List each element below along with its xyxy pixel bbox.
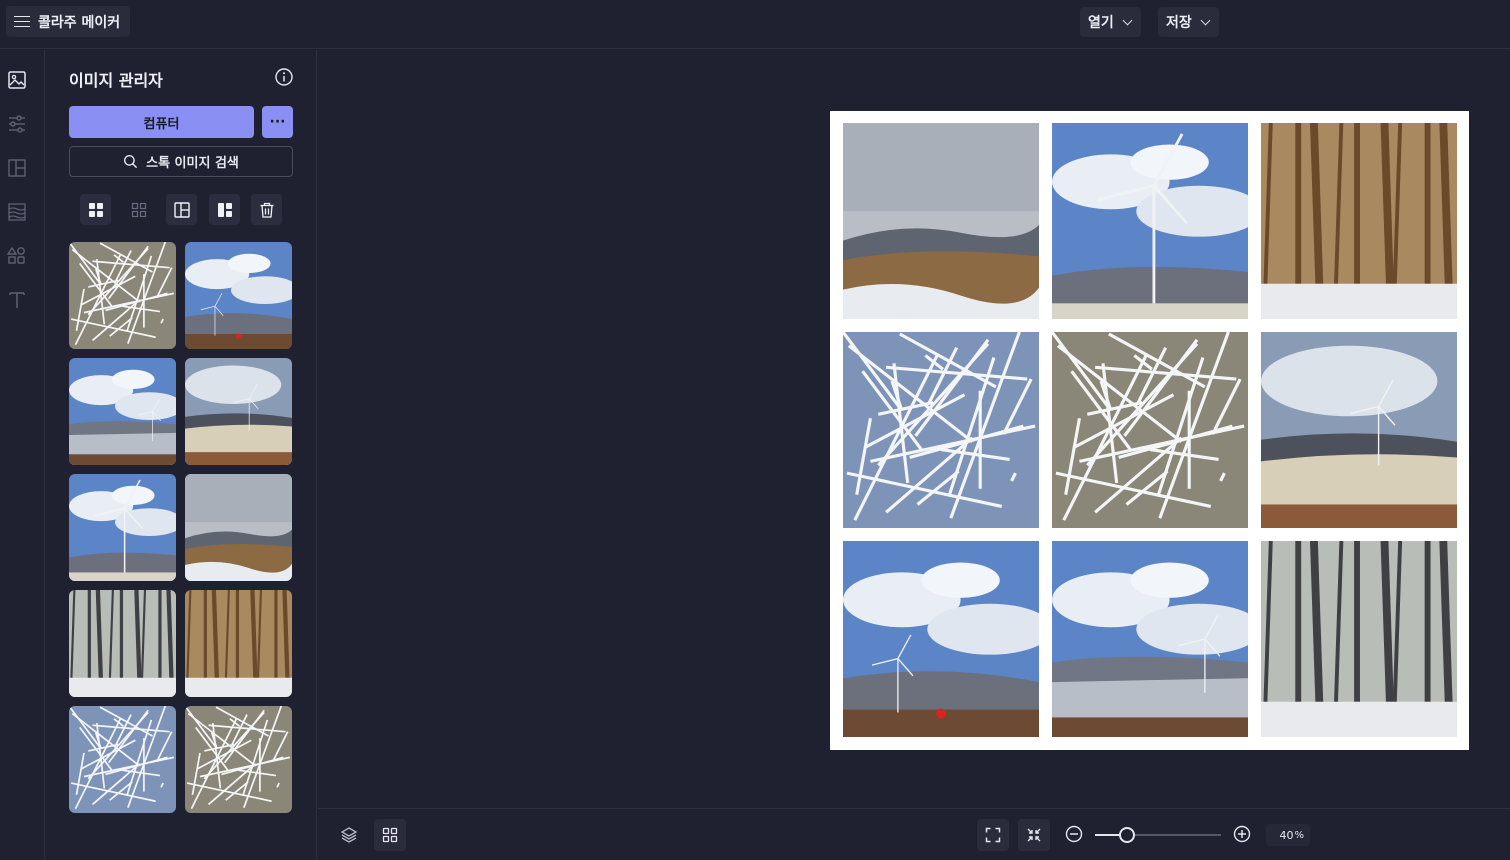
info-icon[interactable]: [275, 68, 293, 86]
collage-canvas[interactable]: [830, 111, 1469, 750]
thumbnail-misty-ridge-grass[interactable]: [185, 474, 292, 581]
collage-cell-larch-forest-snow[interactable]: [1261, 123, 1457, 319]
trash-icon: [260, 202, 273, 218]
zoom-slider[interactable]: [1095, 827, 1221, 843]
collage-cell-frost-branches[interactable]: [1052, 332, 1248, 528]
grid-icon: [382, 827, 398, 843]
thumbnail-tall-wind-turbine[interactable]: [69, 474, 176, 581]
more-options-button[interactable]: ···: [262, 106, 293, 138]
upload-from-computer-button[interactable]: 컴퓨터: [69, 106, 254, 138]
tool-rail: [0, 50, 45, 860]
fit-to-screen-button[interactable]: [977, 819, 1009, 851]
app-title: 콜라주 메이커: [38, 14, 121, 31]
canvas-area: [318, 50, 1510, 808]
thumbnail-snowy-ridge-turbine[interactable]: [69, 358, 176, 465]
text-icon[interactable]: [7, 290, 27, 310]
large-grid-icon: [88, 202, 103, 217]
collage-cell-misty-ridge-grass[interactable]: [843, 123, 1039, 319]
chevron-down-icon: [1200, 15, 1211, 25]
app-menu-button[interactable]: 콜라주 메이커: [6, 6, 131, 37]
thumbnail-frosted-trees-blue-sky[interactable]: [69, 706, 176, 813]
thumbnail-view-toolbar: [80, 194, 290, 226]
mosaic-layout-button[interactable]: [209, 194, 240, 225]
auto-layout-button[interactable]: [166, 194, 197, 225]
thumbnail-turbine-hill-field[interactable]: [185, 358, 292, 465]
image-manager-panel: 이미지 관리자 컴퓨터 ··· 스톡 이미지 검색: [46, 50, 317, 860]
collage-cell-turbine-hill-field[interactable]: [1261, 332, 1457, 528]
small-grid-view-button[interactable]: [123, 194, 154, 225]
collage-cell-snowy-ridge-turbine[interactable]: [1052, 541, 1248, 737]
thumbnail-wind-turbine-hiker[interactable]: [185, 242, 292, 349]
zoom-value: 40: [1279, 828, 1294, 842]
actual-size-button[interactable]: [1018, 819, 1050, 851]
collage-cell-snowy-forest-path[interactable]: [1261, 541, 1457, 737]
stock-search-label: 스톡 이미지 검색: [146, 156, 239, 171]
small-grid-icon: [131, 202, 146, 217]
shrink-icon: [1027, 828, 1041, 842]
mosaic-icon: [217, 202, 232, 217]
layout-icon[interactable]: [7, 158, 27, 178]
panel-title: 이미지 관리자: [69, 71, 163, 90]
background-icon[interactable]: [7, 202, 27, 222]
thumbnail-frost-branches-close[interactable]: [185, 706, 292, 813]
zoom-unit: %: [1294, 829, 1304, 841]
open-dropdown[interactable]: 열기: [1080, 7, 1141, 37]
collage-cell-tall-wind-turbine[interactable]: [1052, 123, 1248, 319]
stock-image-search-button[interactable]: 스톡 이미지 검색: [69, 146, 293, 177]
chevron-down-icon: [1122, 15, 1133, 25]
image-icon[interactable]: [7, 70, 27, 90]
thumbnail-larch-forest-snow[interactable]: [185, 590, 292, 697]
bottom-toolbar: 40%: [318, 808, 1510, 860]
open-label: 열기: [1088, 15, 1114, 31]
grid-toggle-button[interactable]: [374, 819, 406, 851]
shapes-icon[interactable]: [7, 246, 27, 266]
thumbnail-grid: [69, 242, 293, 814]
zoom-in-icon: [1233, 825, 1251, 843]
save-label: 저장: [1166, 15, 1192, 31]
search-icon: [124, 154, 138, 169]
thumbnail-frost-branches[interactable]: [69, 242, 176, 349]
collage-cell-wind-turbine-hiker[interactable]: [843, 541, 1039, 737]
layout-icon: [173, 201, 190, 218]
top-bar: 콜라주 메이커 열기 저장: [0, 0, 1510, 49]
zoom-out-button[interactable]: [1065, 825, 1083, 843]
hamburger-icon: [14, 15, 30, 28]
zoom-slider-handle[interactable]: [1118, 827, 1135, 843]
thumbnail-snowy-forest-path[interactable]: [69, 590, 176, 697]
zoom-out-icon: [1065, 825, 1083, 843]
large-grid-view-button[interactable]: [80, 194, 111, 225]
layers-button[interactable]: [333, 819, 365, 851]
zoom-in-button[interactable]: [1233, 825, 1251, 843]
zoom-percentage-input[interactable]: 40%: [1266, 824, 1310, 846]
save-dropdown[interactable]: 저장: [1158, 7, 1219, 37]
sliders-icon[interactable]: [7, 114, 27, 134]
expand-icon: [985, 827, 1001, 843]
collage-cell-frosted-trees-blue-sky[interactable]: [843, 332, 1039, 528]
layers-icon: [340, 827, 358, 843]
delete-images-button[interactable]: [251, 194, 282, 225]
